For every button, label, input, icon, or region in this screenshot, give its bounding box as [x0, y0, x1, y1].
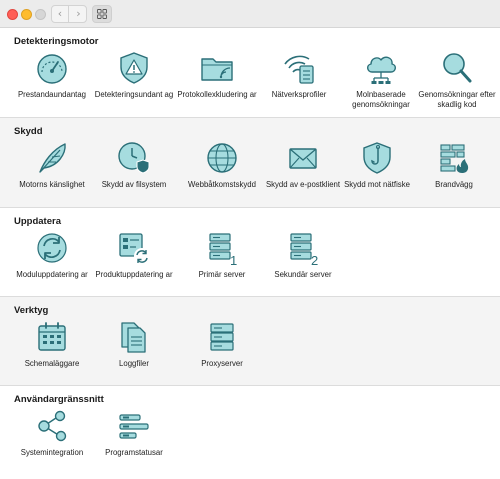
pref-brandvagg[interactable]: Brandvägg	[413, 140, 495, 190]
pref-webbatkomstskydd[interactable]: Webbåtkomstskydd	[181, 140, 263, 190]
warning-shield-icon	[120, 52, 148, 84]
envelope-icon	[289, 148, 317, 169]
pref-natverksprofiler[interactable]: Nätverksprofiler	[258, 50, 340, 100]
refresh-icon	[37, 233, 67, 263]
pref-label: Skydd mot nätfiske	[344, 180, 410, 189]
pref-label: Proxyserver	[201, 359, 243, 368]
section-anvandargranssnitt: Användargränssnitt Systemintegration Pro…	[0, 386, 500, 479]
status-bars-icon	[119, 414, 149, 439]
feather-icon	[39, 143, 66, 173]
pref-prestandaundantag[interactable]: Prestandaundantag	[11, 50, 93, 100]
share-nodes-icon	[38, 410, 67, 442]
pref-moduluppdateringar[interactable]: Moduluppdatering ar	[11, 230, 93, 280]
pref-skydd-av-filsystem[interactable]: Skydd av filsystem	[93, 140, 175, 190]
documents-icon	[121, 322, 146, 353]
pref-label: Nätverksprofiler	[271, 90, 327, 99]
pref-detekteringsundantag[interactable]: Detekteringsundant ag	[93, 50, 175, 100]
wifi-list-icon	[284, 55, 314, 84]
app-refresh-icon	[119, 233, 150, 264]
pref-label: Molnbaserade genomsökningar	[352, 90, 410, 109]
pref-label: Programstatusar	[105, 448, 163, 457]
pref-genomsokningar-skadlig-kod[interactable]: Genomsökningar efter skadlig kod	[416, 50, 498, 109]
folder-signal-icon	[201, 58, 233, 81]
pref-schemalaggare[interactable]: Schemaläggare	[11, 319, 93, 369]
minimize-window-button[interactable]	[21, 9, 32, 20]
section-detekteringsmotor: Detekteringsmotor Prestandaundantag Dete…	[0, 28, 500, 118]
section-uppdatera: Uppdatera Moduluppdatering ar Produktupp…	[0, 208, 500, 297]
pref-label: Systemintegration	[20, 448, 84, 457]
pref-label: Sekundär server	[274, 270, 332, 279]
proxy-server-icon	[210, 323, 234, 351]
cloud-network-icon	[367, 56, 396, 84]
server-2-icon: 2	[290, 233, 318, 266]
pref-label: Skydd av e-postklient	[265, 180, 341, 189]
calendar-icon	[38, 322, 66, 351]
pref-proxyserver[interactable]: Proxyserver	[181, 319, 263, 369]
pref-skydd-mot-natfiske[interactable]: Skydd mot nätfiske	[336, 140, 418, 190]
pref-produktuppdateringar[interactable]: Produktuppdatering ar	[93, 230, 175, 280]
section-title: Uppdatera	[14, 216, 61, 227]
firewall-icon	[440, 144, 469, 173]
pref-label: Schemaläggare	[24, 359, 80, 368]
pref-label: Genomsökningar efter skadlig kod	[418, 90, 496, 109]
pref-molnbaserade-genomsokningar[interactable]: Molnbaserade genomsökningar	[340, 50, 422, 109]
navigation-buttons: ‹ ›	[51, 5, 87, 23]
close-window-button[interactable]	[7, 9, 18, 20]
pref-primar-server[interactable]: 1 Primär server	[181, 230, 263, 280]
pref-systemintegration[interactable]: Systemintegration	[11, 408, 93, 458]
pref-label: Webbåtkomstskydd	[188, 180, 256, 189]
pref-label: Loggfiler	[119, 359, 149, 368]
grid-icon	[97, 9, 107, 19]
section-skydd: Skydd Motorns känslighet Skydd av filsys…	[0, 118, 500, 208]
magnifier-icon	[443, 53, 472, 83]
forward-button[interactable]: ›	[70, 6, 87, 22]
pref-label: Protokollexkludering ar	[177, 90, 257, 99]
pref-skydd-av-epostklient[interactable]: Skydd av e-postklient	[262, 140, 344, 190]
server-1-icon: 1	[209, 233, 237, 266]
pref-label: Prestandaundantag	[17, 90, 87, 99]
server-badge: 2	[311, 253, 318, 266]
pref-programstatusar[interactable]: Programstatusar	[93, 408, 175, 458]
pref-sekundar-server[interactable]: 2 Sekundär server	[262, 230, 344, 280]
globe-icon	[207, 143, 237, 173]
pref-label: Detekteringsundant ag	[94, 90, 174, 99]
section-title: Verktyg	[14, 305, 49, 316]
pref-loggfiler[interactable]: Loggfiler	[93, 319, 175, 369]
back-button[interactable]: ‹	[52, 6, 69, 22]
clock-shield-icon	[118, 142, 150, 174]
section-title: Detekteringsmotor	[14, 36, 99, 47]
pref-label: Moduluppdatering ar	[16, 270, 88, 279]
settings-window: ‹ › Detekteringsmotor Prestandaundantag	[0, 0, 500, 479]
title-bar: ‹ ›	[0, 0, 500, 28]
pref-label: Motorns känslighet	[19, 180, 85, 189]
gauge-icon	[37, 54, 67, 84]
zoom-window-button[interactable]	[35, 9, 46, 20]
pref-label: Primär server	[198, 270, 246, 279]
pref-label: Skydd av filsystem	[101, 180, 167, 189]
section-title: Användargränssnitt	[14, 394, 104, 405]
pref-motorns-kanslighet[interactable]: Motorns känslighet	[11, 140, 93, 190]
show-all-button[interactable]	[92, 5, 112, 23]
pref-protokollexkluderingar[interactable]: Protokollexkludering ar	[176, 50, 258, 100]
section-title: Skydd	[14, 126, 43, 137]
pref-label: Produktuppdatering ar	[95, 270, 173, 279]
pref-label: Brandvägg	[435, 180, 473, 189]
section-verktyg: Verktyg Schemaläggare Loggfiler Proxyser…	[0, 297, 500, 386]
server-badge: 1	[230, 253, 237, 266]
fishhook-shield-icon	[363, 142, 391, 174]
